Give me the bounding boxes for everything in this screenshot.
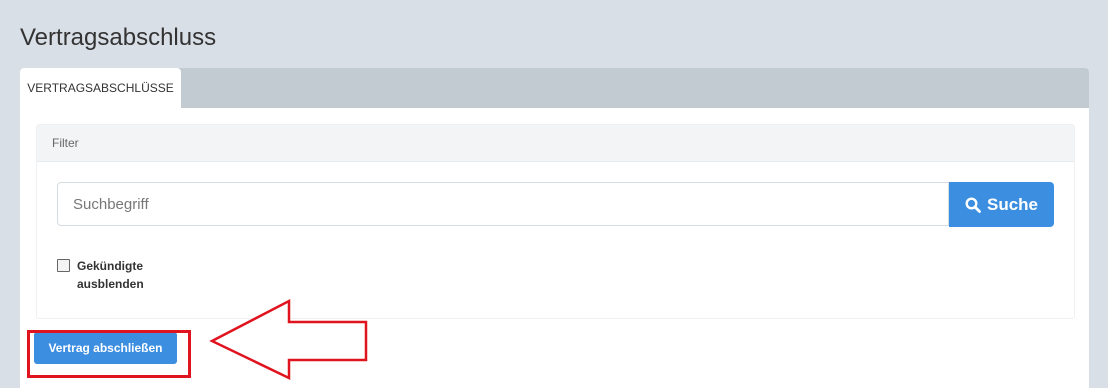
- filter-heading: Filter: [37, 125, 1074, 162]
- hide-cancelled-checkbox[interactable]: [57, 259, 70, 272]
- hide-cancelled-label[interactable]: Gekündigte ausblenden: [77, 257, 157, 293]
- search-button-label: Suche: [986, 194, 1039, 214]
- search-icon: [965, 196, 981, 213]
- search-input[interactable]: [57, 182, 949, 226]
- search-button[interactable]: Suche: [949, 182, 1054, 227]
- tab-bar: VERTRAGSABSCHLÜSSE: [20, 68, 1089, 108]
- page-title: Vertragsabschluss: [20, 24, 217, 51]
- filter-panel: Filter Suche Gekündigte ausblenden: [36, 124, 1075, 319]
- conclude-contract-button[interactable]: Vertrag abschließen: [34, 332, 177, 364]
- hide-cancelled-option: Gekündigte ausblenden: [57, 257, 157, 293]
- main-panel: VERTRAGSABSCHLÜSSE Filter Suche Gekündig…: [20, 68, 1089, 388]
- tab-vertragsabschluesse[interactable]: VERTRAGSABSCHLÜSSE: [20, 68, 181, 108]
